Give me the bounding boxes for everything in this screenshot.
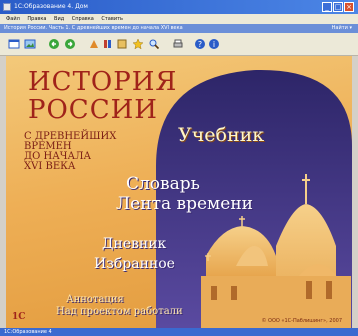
document-path: История России. Часть 1. С древнейших вр…	[4, 25, 183, 31]
print-icon[interactable]	[172, 38, 184, 50]
toolbar: ? i	[0, 33, 358, 56]
menu-help[interactable]: Справка	[72, 16, 94, 22]
help-icon[interactable]: ?	[194, 38, 206, 50]
svg-text:?: ?	[198, 40, 202, 49]
forward-arrow-icon[interactable]	[64, 38, 76, 50]
taskbar-app-item[interactable]: 1С:Образование 4	[4, 329, 52, 335]
favorites-link[interactable]: Избранное	[94, 256, 175, 272]
menu-file[interactable]: Файл	[6, 16, 20, 22]
title-bar: 1С:Образование 4. Дом _ □ ×	[0, 0, 358, 14]
book-subtitle: С ДРЕВНЕЙШИХ ВРЕМЕН ДО НАЧАЛА XVI ВЕКА	[24, 132, 134, 172]
app-window: 1С:Образование 4. Дом _ □ × Файл Правка …	[0, 0, 358, 336]
annotation-link[interactable]: Аннотация	[66, 294, 124, 305]
window-title: 1С:Образование 4. Дом	[14, 3, 88, 10]
library-icon[interactable]	[116, 38, 128, 50]
window-icon[interactable]	[8, 38, 20, 50]
app-icon	[3, 3, 11, 11]
info-icon[interactable]: i	[208, 38, 220, 50]
title-line-1: ИСТОРИЯ	[28, 67, 178, 97]
main-content: ИСТОРИЯ РОССИИ С ДРЕВНЕЙШИХ ВРЕМЕН ДО НА…	[6, 56, 352, 328]
minimize-button[interactable]: _	[322, 2, 332, 12]
find-button[interactable]: Найти ▾	[332, 24, 352, 33]
1c-logo: 1С	[12, 312, 26, 322]
taskbar: 1С:Образование 4	[0, 328, 358, 336]
maximize-button[interactable]: □	[333, 2, 343, 12]
diary-link[interactable]: Дневник	[102, 236, 166, 252]
close-button[interactable]: ×	[344, 2, 354, 12]
title-line-2: РОССИИ	[28, 95, 158, 125]
favorite-star-icon[interactable]	[132, 38, 144, 50]
menu-extra[interactable]: Ставить	[101, 16, 123, 22]
dictionary-link[interactable]: Словарь	[126, 174, 200, 194]
book-title: ИСТОРИЯ РОССИИ	[28, 68, 177, 124]
search-icon[interactable]	[148, 38, 160, 50]
path-bar: История России. Часть 1. С древнейших вр…	[0, 24, 358, 33]
menu-bar: Файл Правка Вид Справка Ставить	[0, 14, 358, 24]
back-arrow-icon[interactable]	[48, 38, 60, 50]
refresh-icon[interactable]	[88, 38, 100, 50]
menu-edit[interactable]: Правка	[27, 16, 46, 22]
home-icon[interactable]	[102, 38, 114, 50]
credits-link[interactable]: Над проектом работали	[56, 306, 183, 317]
textbook-link[interactable]: Учебник	[178, 124, 264, 146]
subtitle-line-4: XVI ВЕКА	[24, 161, 76, 172]
image-icon[interactable]	[24, 38, 36, 50]
menu-view[interactable]: Вид	[54, 16, 64, 22]
svg-text:i: i	[213, 40, 215, 49]
copyright-text: © ООО «1С-Паблишинг», 2007	[261, 318, 342, 324]
timeline-link[interactable]: Лента времени	[116, 194, 253, 214]
